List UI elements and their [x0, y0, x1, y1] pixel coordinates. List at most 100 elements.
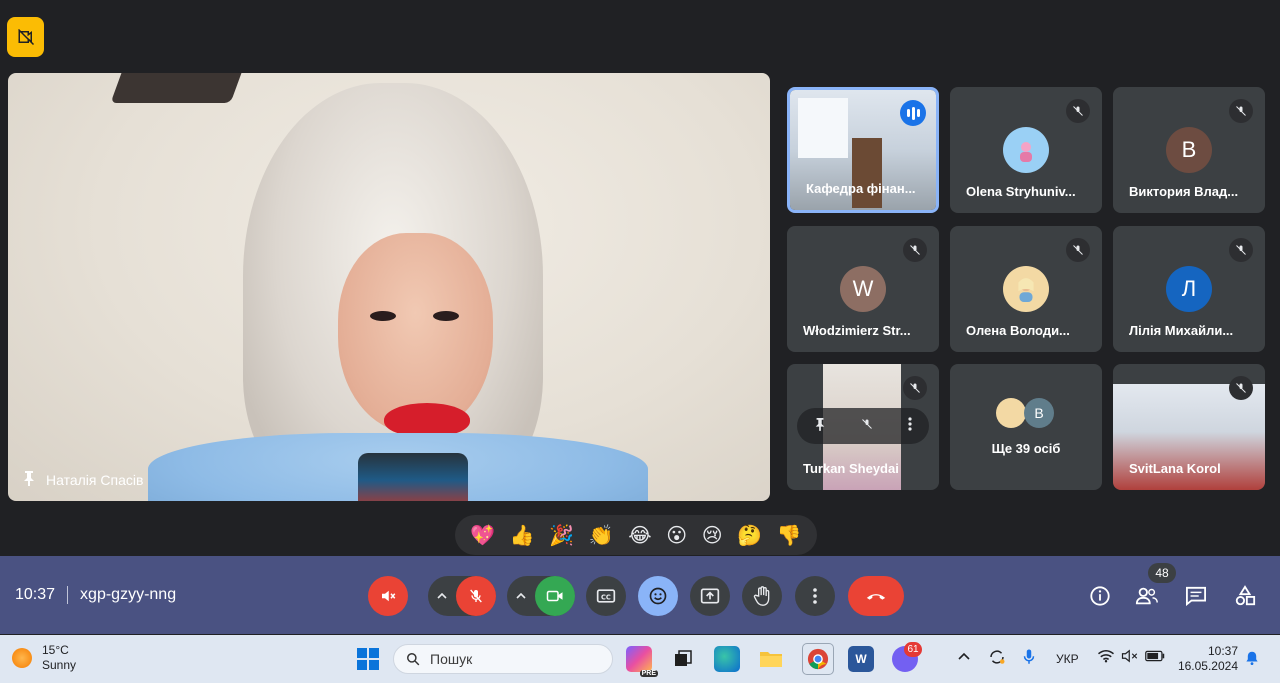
participants-count-badge: 48 — [1148, 563, 1176, 583]
wifi-icon[interactable] — [1097, 649, 1115, 666]
more-participants-label: Ще 39 осіб — [991, 441, 1061, 456]
activities-icon[interactable] — [1232, 583, 1258, 609]
mic-off-icon — [903, 238, 927, 262]
main-speaker-label: Наталія Спасів — [22, 470, 143, 489]
speaker-lips — [384, 403, 470, 437]
weather-description: Sunny — [42, 658, 77, 672]
main-speaker-video[interactable]: Наталія Спасів — [8, 73, 770, 501]
mic-toggle-button[interactable] — [456, 576, 496, 616]
meeting-time: 10:37 — [15, 586, 56, 603]
pin-icon[interactable] — [814, 417, 826, 436]
microphone-icon[interactable] — [1022, 648, 1036, 669]
participant-tile[interactable]: В Виктория Влад... — [1113, 87, 1265, 213]
meeting-info: 10:37 xgp-gzyy-nng — [15, 586, 176, 604]
tile-hover-controls — [797, 408, 929, 444]
reaction-surprised[interactable]: 😮 — [666, 523, 687, 548]
windows-taskbar: 15°C Sunny Пошук PRE W 61 УКР 10:37 16.0… — [0, 635, 1280, 683]
sync-icon[interactable] — [988, 648, 1006, 669]
chat-icon[interactable] — [1183, 583, 1209, 609]
speaker-eye-left — [370, 311, 396, 321]
reactions-button[interactable] — [638, 576, 678, 616]
system-clock[interactable]: 10:37 16.05.2024 — [1178, 644, 1238, 674]
file-explorer-icon[interactable] — [758, 646, 784, 672]
battery-icon[interactable] — [1145, 650, 1165, 665]
more-avatars: В — [996, 398, 1056, 428]
speaking-indicator-icon — [900, 100, 926, 126]
avatar: В — [1166, 127, 1212, 173]
reaction-heart[interactable]: 💖 — [470, 523, 495, 548]
mic-off-icon — [1229, 376, 1253, 400]
participant-tile[interactable]: Кафедра фінан... — [787, 87, 939, 213]
reaction-sad[interactable]: 😢 — [702, 523, 723, 548]
more-participants-tile[interactable]: В Ще 39 осіб — [950, 364, 1102, 490]
participant-tile[interactable]: Олена Володи... — [950, 226, 1102, 352]
edge-browser-icon[interactable] — [714, 646, 740, 672]
copilot-icon[interactable]: PRE — [626, 646, 658, 677]
tray-chevron-icon[interactable] — [958, 649, 970, 663]
volume-muted-icon[interactable] — [1121, 649, 1139, 666]
avatar — [1003, 127, 1049, 173]
raise-hand-button[interactable] — [742, 576, 782, 616]
participant-name: Кафедра фінан... — [806, 181, 916, 196]
clock-date: 16.05.2024 — [1177, 659, 1238, 673]
participant-tile[interactable]: Turkan Sheydai — [787, 364, 939, 490]
avatar — [996, 398, 1026, 428]
mute-for-everyone-icon[interactable] — [861, 417, 873, 435]
participant-name: Виктория Влад... — [1129, 184, 1239, 199]
speaker-eye-right — [433, 311, 459, 321]
taskbar-search[interactable]: Пошук — [393, 644, 613, 674]
keyboard-language[interactable]: УКР — [1056, 652, 1079, 666]
meeting-details-icon[interactable] — [1087, 583, 1113, 609]
participant-tile[interactable]: Л Лілія Михайли... — [1113, 226, 1265, 352]
participant-tile[interactable]: SvitLana Korol — [1113, 364, 1265, 490]
reaction-party[interactable]: 🎉 — [549, 523, 574, 548]
svg-text:CC: CC — [601, 593, 611, 601]
more-options-icon[interactable] — [908, 416, 912, 436]
viber-notification-badge: 61 — [904, 642, 922, 657]
captions-button[interactable]: CC — [586, 576, 626, 616]
weather-widget[interactable]: 15°C Sunny — [12, 643, 76, 673]
mic-off-icon — [1229, 99, 1253, 123]
clock-time: 10:37 — [1207, 644, 1238, 658]
avatar: Л — [1166, 266, 1212, 312]
video-door — [852, 138, 882, 208]
avatar — [1003, 266, 1049, 312]
participant-name: Olena Stryhuniv... — [966, 184, 1076, 199]
participant-name: Олена Володи... — [966, 323, 1070, 338]
reaction-thumbs-down[interactable]: 👎 — [777, 523, 802, 548]
no-camera-indicator-icon[interactable] — [7, 17, 44, 57]
participant-tile[interactable]: W Włodzimierz Str... — [787, 226, 939, 352]
mic-off-icon — [1066, 238, 1090, 262]
mic-off-icon — [903, 376, 927, 400]
people-icon[interactable] — [1134, 583, 1160, 609]
more-options-button[interactable] — [795, 576, 835, 616]
end-call-button[interactable] — [848, 576, 904, 616]
speaker-mute-button[interactable] — [368, 576, 408, 616]
task-view-icon[interactable] — [670, 646, 696, 672]
speaker-scarf — [358, 453, 468, 501]
word-icon[interactable]: W — [848, 646, 874, 672]
avatar: W — [840, 266, 886, 312]
pin-icon[interactable] — [22, 470, 36, 489]
mic-off-icon — [1066, 99, 1090, 123]
weather-temperature: 15°C — [42, 643, 69, 657]
chrome-browser-icon[interactable] — [802, 643, 834, 675]
camera-options-chevron-icon[interactable] — [507, 593, 535, 599]
present-screen-button[interactable] — [690, 576, 730, 616]
reaction-thinking[interactable]: 🤔 — [737, 523, 762, 548]
mic-options-chevron-icon[interactable] — [428, 593, 456, 599]
participant-name: Włodzimierz Str... — [803, 323, 911, 338]
camera-control-group — [507, 576, 575, 616]
camera-toggle-button[interactable] — [535, 576, 575, 616]
reaction-thumbs-up[interactable]: 👍 — [510, 523, 535, 548]
reaction-laugh[interactable]: 😂 — [628, 523, 651, 548]
participant-tile[interactable]: Olena Stryhuniv... — [950, 87, 1102, 213]
notifications-bell-icon[interactable] — [1245, 650, 1259, 669]
reaction-clap[interactable]: 👏 — [589, 523, 614, 548]
participant-name: Лілія Михайли... — [1129, 323, 1234, 338]
windows-start-icon[interactable] — [355, 646, 381, 672]
preview-badge: PRE — [639, 670, 658, 677]
mic-control-group — [428, 576, 496, 616]
search-placeholder: Пошук — [430, 651, 473, 667]
sun-icon — [12, 648, 32, 668]
